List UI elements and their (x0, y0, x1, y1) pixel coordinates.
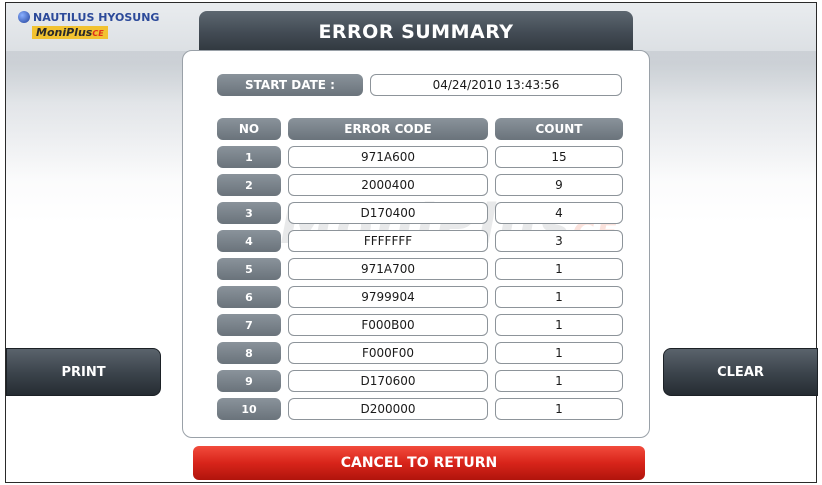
count-cell: 1 (495, 258, 623, 280)
error-code-cell: 971A600 (288, 146, 488, 168)
row-number: 7 (217, 314, 281, 336)
count-cell: 1 (495, 286, 623, 308)
table-row: 7 F000B00 1 (0, 314, 822, 336)
table-row: 1 971A600 15 (0, 146, 822, 168)
error-code-cell: D170600 (288, 370, 488, 392)
clear-button[interactable]: CLEAR (663, 348, 818, 396)
row-number: 10 (217, 398, 281, 420)
column-header-error-code: ERROR CODE (288, 118, 488, 140)
error-code-cell: 971A700 (288, 258, 488, 280)
product-logo: MoniPlusCE (32, 26, 108, 39)
table-row: 4 FFFFFFF 3 (0, 230, 822, 252)
product-suffix: CE (92, 29, 104, 38)
row-number: 8 (217, 342, 281, 364)
error-code-cell: F000F00 (288, 342, 488, 364)
row-number: 2 (217, 174, 281, 196)
print-button[interactable]: PRINT (6, 348, 161, 396)
company-logo: NAUTILUS HYOSUNG MoniPlusCE (18, 11, 159, 39)
error-code-cell: 2000400 (288, 174, 488, 196)
start-date-label: START DATE : (217, 74, 363, 96)
count-cell: 1 (495, 314, 623, 336)
count-cell: 1 (495, 342, 623, 364)
page-title: ERROR SUMMARY (199, 11, 633, 53)
count-cell: 15 (495, 146, 623, 168)
count-cell: 9 (495, 174, 623, 196)
table-row: 5 971A700 1 (0, 258, 822, 280)
error-code-cell: F000B00 (288, 314, 488, 336)
error-code-cell: D200000 (288, 398, 488, 420)
table-row: 2 2000400 9 (0, 174, 822, 196)
row-number: 4 (217, 230, 281, 252)
error-code-cell: FFFFFFF (288, 230, 488, 252)
cancel-to-return-button[interactable]: CANCEL TO RETURN (193, 446, 645, 480)
row-number: 9 (217, 370, 281, 392)
row-number: 3 (217, 202, 281, 224)
error-code-cell: 9799904 (288, 286, 488, 308)
table-row: 3 D170400 4 (0, 202, 822, 224)
error-code-cell: D170400 (288, 202, 488, 224)
row-number: 5 (217, 258, 281, 280)
column-header-no: NO (217, 118, 281, 140)
count-cell: 3 (495, 230, 623, 252)
count-cell: 4 (495, 202, 623, 224)
row-number: 1 (217, 146, 281, 168)
count-cell: 1 (495, 398, 623, 420)
count-cell: 1 (495, 370, 623, 392)
product-text: MoniPlus (36, 26, 93, 39)
brand-name: NAUTILUS HYOSUNG (18, 11, 159, 23)
table-row: 6 9799904 1 (0, 286, 822, 308)
start-date-value: 04/24/2010 13:43:56 (370, 74, 622, 96)
row-number: 6 (217, 286, 281, 308)
globe-icon (18, 11, 30, 23)
column-header-count: COUNT (495, 118, 623, 140)
brand-text: NAUTILUS HYOSUNG (33, 10, 160, 24)
table-row: 10 D200000 1 (0, 398, 822, 420)
